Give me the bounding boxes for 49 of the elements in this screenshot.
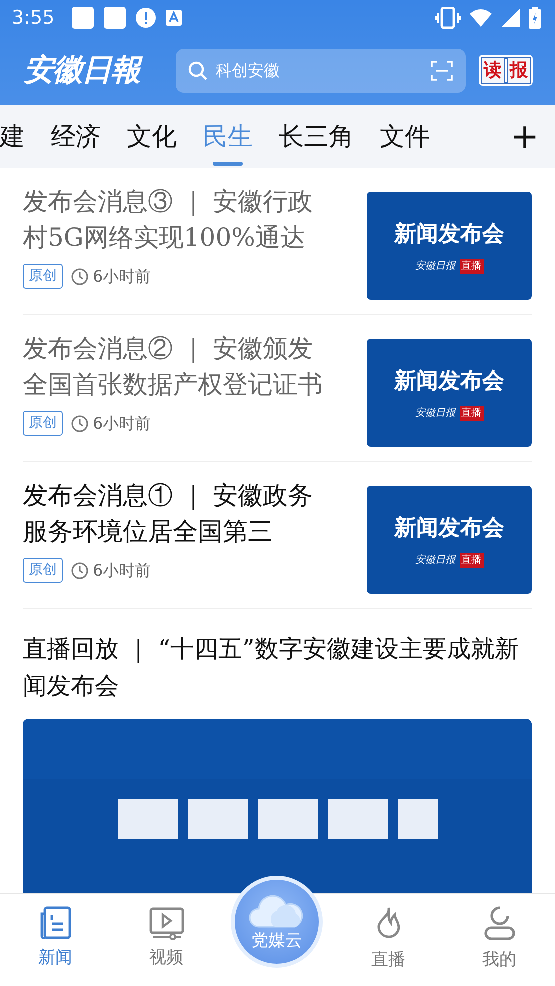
category-tab[interactable]: 经济 <box>38 105 114 168</box>
brand-text: 安徽日报 <box>416 554 456 568</box>
video-icon <box>148 906 184 940</box>
category-tab[interactable]: 文化 <box>114 105 190 168</box>
user-icon <box>482 906 516 942</box>
clock-icon <box>71 268 89 286</box>
article-title[interactable]: 发布会消息② ｜ 安徽颁发全国首张数据产权登记证书 <box>23 331 333 403</box>
article-thumbnail[interactable]: 新闻发布会 安徽日报 直播 <box>367 192 532 300</box>
publish-time: 6小时前 <box>93 412 152 434</box>
battery-icon <box>529 7 541 29</box>
keyboard-app-icon <box>164 9 183 27</box>
wifi-icon <box>469 8 493 28</box>
publish-time: 6小时前 <box>93 560 152 582</box>
live-badge: 直播 <box>460 259 484 274</box>
original-tag: 原创 <box>23 264 63 289</box>
clock-time: 3:55 <box>12 6 55 31</box>
scan-icon <box>430 58 454 82</box>
clock-icon <box>71 562 89 580</box>
original-tag: 原创 <box>23 558 63 583</box>
category-tab[interactable]: 长三角 <box>266 105 367 168</box>
notification-square-icon <box>70 6 95 30</box>
alert-icon <box>134 7 157 29</box>
nav-tab[interactable]: 新闻 <box>0 894 111 986</box>
live-badge: 直播 <box>460 553 484 568</box>
nav-tab[interactable]: 视频 <box>111 894 222 986</box>
app-logo: 安徽日報 <box>24 48 164 93</box>
article-title[interactable]: 直播回放 ｜ “十四五”数字安徽建设主要成就新闻发布会 <box>23 631 532 705</box>
newspaper-icon <box>38 906 72 940</box>
signal-icon <box>501 8 521 28</box>
thumbnail-title: 新闻发布会 <box>394 514 504 543</box>
article-title[interactable]: 发布会消息③ ｜ 安徽行政村5G网络实现100%通达 <box>23 184 333 256</box>
article-thumbnail[interactable]: 新闻发布会 安徽日报 直播 <box>367 486 532 594</box>
read-paper-button[interactable]: 读 报 <box>479 54 533 86</box>
category-tab[interactable]: 文件 <box>367 105 443 168</box>
brand-text: 安徽日报 <box>416 260 456 274</box>
search-icon <box>188 60 208 80</box>
nav-tab[interactable]: 我的 <box>444 894 555 986</box>
article-title[interactable]: 发布会消息① ｜ 安徽政务服务环境位居全国第三 <box>23 478 333 550</box>
brand-text: 安徽日报 <box>416 406 456 421</box>
article-thumbnail[interactable]: 新闻发布会 安徽日报 直播 <box>367 339 532 447</box>
live-badge: 直播 <box>460 406 484 421</box>
original-tag: 原创 <box>23 411 63 436</box>
clock-icon <box>71 414 89 432</box>
thumbnail-title: 新闻发布会 <box>394 367 504 396</box>
thumbnail-title: 新闻发布会 <box>394 220 504 249</box>
nav-tab[interactable]: 直播 <box>333 894 444 986</box>
notification-square-icon <box>102 6 127 30</box>
publish-time: 6小时前 <box>93 266 152 288</box>
vibrate-icon <box>435 7 461 29</box>
